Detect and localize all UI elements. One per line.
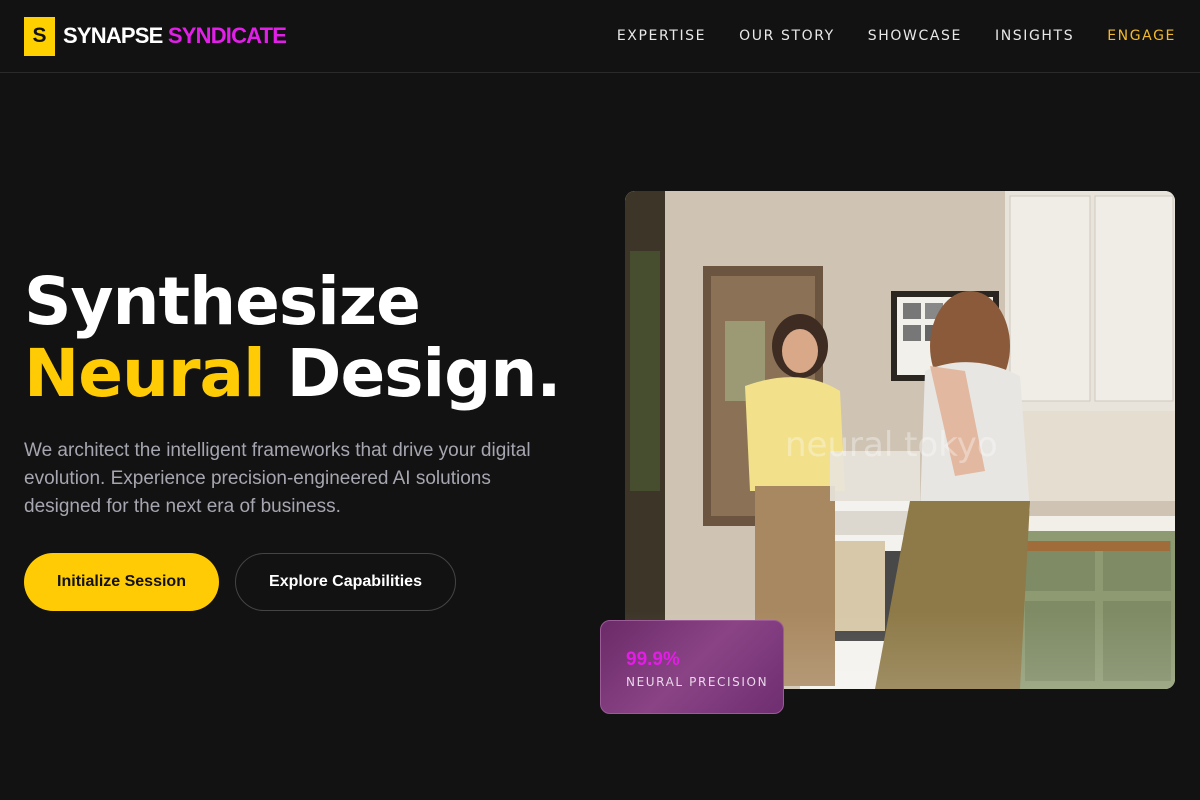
explore-capabilities-button[interactable]: Explore Capabilities <box>235 553 456 611</box>
photo-watermark: neural tokyo <box>785 425 998 465</box>
hero-description: We architect the intelligent frameworks … <box>24 440 531 517</box>
logo-mark-icon: S <box>24 16 55 56</box>
hero-photo: neural tokyo <box>625 191 1175 689</box>
nav-link-insights[interactable]: INSIGHTS <box>995 28 1074 44</box>
stat-label: NEURAL PRECISION <box>626 675 769 689</box>
site-header: S SYNAPSE SYNDICATE EXPERTISE OUR STORY … <box>0 0 1200 73</box>
nav-link-engage[interactable]: ENGAGE <box>1107 28 1176 44</box>
hero-title: Synthesize Neural Design. <box>24 263 562 412</box>
stat-value: 99.9% <box>626 649 680 670</box>
brand-logo[interactable]: S SYNAPSE SYNDICATE <box>24 16 287 56</box>
precision-stat-card: 99.9% NEURAL PRECISION <box>600 620 784 714</box>
hero-title-line1: Synthesize <box>24 263 421 340</box>
brand-name-part1: SYNAPSE <box>63 23 163 48</box>
nav-link-showcase[interactable]: SHOWCASE <box>868 28 962 44</box>
hero-title-rest: Design. <box>264 335 562 412</box>
nav-link-our-story[interactable]: OUR STORY <box>739 28 835 44</box>
brand-name: SYNAPSE SYNDICATE <box>63 23 287 49</box>
main-nav: EXPERTISE OUR STORY SHOWCASE INSIGHTS EN… <box>617 28 1176 44</box>
hero-title-highlight: Neural <box>24 335 266 412</box>
nav-link-expertise[interactable]: EXPERTISE <box>617 28 706 44</box>
brand-name-part2: SYNDICATE <box>167 23 287 48</box>
initialize-session-button[interactable]: Initialize Session <box>24 553 219 611</box>
kitchen-scene-illustration: neural tokyo <box>625 191 1175 689</box>
